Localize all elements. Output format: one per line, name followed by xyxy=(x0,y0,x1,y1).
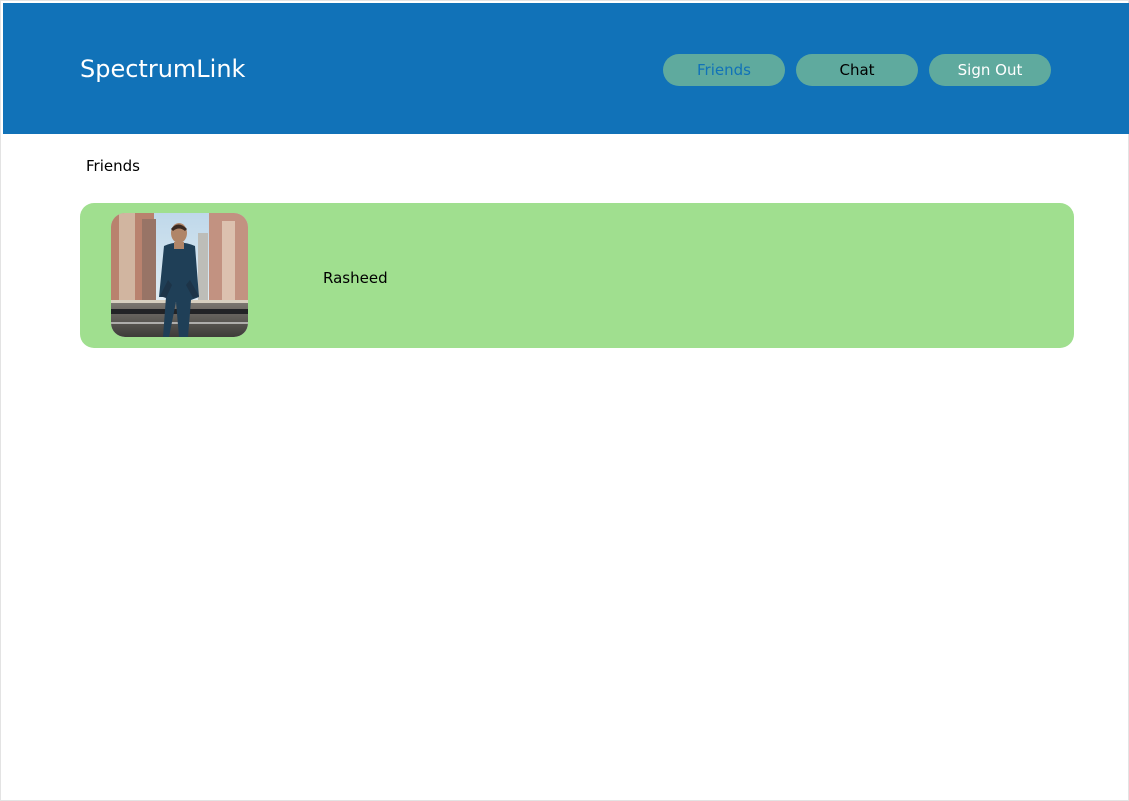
avatar[interactable] xyxy=(111,213,248,337)
app-title: SpectrumLink xyxy=(80,55,246,83)
friend-name: Rasheed xyxy=(323,269,388,287)
friend-card[interactable]: Rasheed xyxy=(80,203,1074,348)
app-window: SpectrumLink Friends Chat Sign Out Frien… xyxy=(0,0,1129,801)
top-header: SpectrumLink Friends Chat Sign Out xyxy=(3,3,1129,134)
nav-sign-out-button[interactable]: Sign Out xyxy=(929,54,1051,86)
section-title: Friends xyxy=(86,157,140,175)
nav-chat-button[interactable]: Chat xyxy=(796,54,918,86)
nav-friends-button[interactable]: Friends xyxy=(663,54,785,86)
